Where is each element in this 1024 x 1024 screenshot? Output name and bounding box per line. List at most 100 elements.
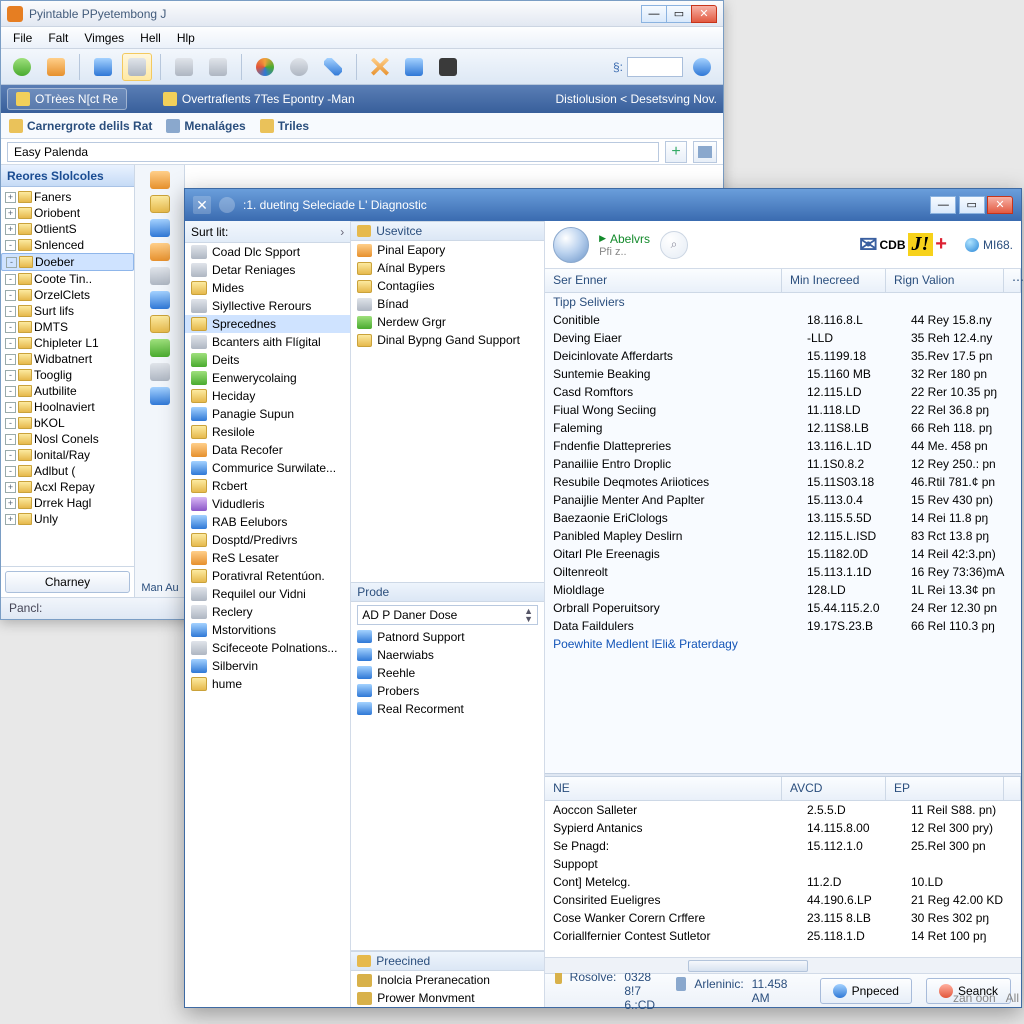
abelvrs-link[interactable]: Abelvrs (599, 232, 650, 246)
table-row[interactable]: Resubile Deqmotes Ariiotices15.11S03.184… (545, 473, 1021, 491)
category-item[interactable]: Heciday (185, 387, 350, 405)
table-row[interactable]: Sypierd Antanics14.115.8.0012 Rel 300 pr… (545, 819, 1021, 837)
table-row[interactable]: Se Pnagd:15.112.1.025.Rel 300 pn (545, 837, 1021, 855)
sidebar-item[interactable]: +Oriobent (1, 205, 134, 221)
list-item[interactable]: Contagíies (351, 277, 544, 295)
tb-open[interactable] (88, 53, 118, 81)
menu-file[interactable]: File (5, 28, 40, 48)
menubar[interactable]: File Falt Vimges Hell Hlp (1, 27, 723, 49)
category-item[interactable]: Commurice Surwilate... (185, 459, 350, 477)
bg-titlebar[interactable]: Pyintable PPyetembong J — ▭ ✕ (1, 1, 723, 27)
table-row[interactable]: Baezaonie EriClologs13.115.5.5D14 Rei 11… (545, 509, 1021, 527)
sidebar-item[interactable]: -Widbatnert (1, 351, 134, 367)
table-row[interactable]: Oitarl Ple Ereenagis15.1182.0D14 Reil 42… (545, 545, 1021, 563)
grid2-header[interactable]: NE AVCD EP (545, 777, 1021, 801)
sidebar-item[interactable]: -Coote Tin.. (1, 271, 134, 287)
table-row[interactable]: Faleming12.11S8.LB66 Reh 118. pŋ (545, 419, 1021, 437)
sidebar-item[interactable]: -Doeber (1, 253, 134, 271)
category-item[interactable]: RAB Eelubors (185, 513, 350, 531)
strip-icon[interactable] (150, 195, 170, 213)
proceed-button[interactable]: Pnpeced (820, 978, 912, 1004)
tb-page[interactable] (169, 53, 199, 81)
category-item[interactable]: Bcanters aith Flígital (185, 333, 350, 351)
table-row[interactable]: Mioldlage128.LD1L Rei 13.3¢ pn (545, 581, 1021, 599)
category-item[interactable]: Dosptd/Predivrs (185, 531, 350, 549)
category-item[interactable]: Requilel our Vidni (185, 585, 350, 603)
sidebar-item[interactable]: -lonital/Ray (1, 447, 134, 463)
tb-pin[interactable] (41, 53, 71, 81)
table-row[interactable]: Panibled Mapley Deslirn12.115.L.ISD83 Rc… (545, 527, 1021, 545)
col-min-inecreed[interactable]: Min Inecreed (782, 269, 886, 292)
add-button[interactable]: + (665, 141, 687, 163)
search-icon[interactable]: ⌕ (660, 231, 688, 259)
list-item[interactable]: Aínal Bypers (351, 259, 544, 277)
tb-power[interactable] (7, 53, 37, 81)
close-button[interactable]: ✕ (987, 196, 1013, 214)
category-item[interactable]: Mstorvitions (185, 621, 350, 639)
sidebar-item[interactable]: -OrzelClets (1, 287, 134, 303)
list-item[interactable]: Bínad (351, 295, 544, 313)
table-row[interactable]: Deicinlovate Afferdarts15.1199.1835.Rev … (545, 347, 1021, 365)
table-row[interactable]: Coriallfernier Contest Sutletor25.118.1.… (545, 927, 1021, 945)
table-row[interactable]: Panaijlie Menter And Paplter15.113.0.415… (545, 491, 1021, 509)
category-item[interactable]: Silbervin (185, 657, 350, 675)
category-item[interactable]: Resilole (185, 423, 350, 441)
table-row[interactable]: Data Faildulers19.17S.23.B66 Rel 110.3 p… (545, 617, 1021, 635)
category-item[interactable]: Detar Reniages (185, 261, 350, 279)
sidebar-item[interactable]: -Hoolnaviert (1, 399, 134, 415)
category-item[interactable]: Porativral Retentúon. (185, 567, 350, 585)
table-row[interactable]: Panailiie Entro Droplic11.1S0.8.212 Rey … (545, 455, 1021, 473)
category-item[interactable]: Mides (185, 279, 350, 297)
table-row[interactable]: Cose Wanker Corern Crffere23.115 8.LB30 … (545, 909, 1021, 927)
sidebar-item[interactable]: -Chipleter L1 (1, 335, 134, 351)
charney-button[interactable]: Charney (5, 571, 130, 593)
category-item[interactable]: Panagie Supun (185, 405, 350, 423)
subtab-1[interactable]: Carnergrote delils Rat (9, 119, 152, 133)
category-item[interactable]: Data Recofer (185, 441, 350, 459)
orb-button[interactable] (553, 227, 589, 263)
minimize-button[interactable]: — (930, 196, 956, 214)
col-rign-valion[interactable]: Rign Valion (886, 269, 1004, 292)
category-item[interactable]: ReS Lesater (185, 549, 350, 567)
table-row[interactable]: Deving Eiaer-LLD35 Reh 12.4.ny (545, 329, 1021, 347)
sidebar-item[interactable]: +Unly (1, 511, 134, 527)
strip-icon[interactable] (150, 315, 170, 333)
bg-main-tab[interactable]: Overtrafients 7Tes Epontry -Man (155, 89, 363, 109)
sidebar-item[interactable]: +Acxl Repay (1, 479, 134, 495)
table-row[interactable]: Fiual Wong Seciing11.118.LD22 Rel 36.8 p… (545, 401, 1021, 419)
grid1-rows[interactable]: Tipp SeliviersConitible18.116.8.L44 Rey … (545, 293, 1021, 773)
bg-right-tab[interactable]: Distiolusion < Desetsving Nov. (555, 92, 717, 106)
usevitce-list[interactable]: Pinal EaporyAínal BypersContagíiesBínadN… (351, 241, 544, 349)
menu-hell[interactable]: Hell (132, 28, 169, 48)
grid2-rows[interactable]: Aoccon Salleter2.5.5.D11 Reil S88. pn)Sy… (545, 801, 1021, 957)
sidebar-item[interactable]: -Surt lifs (1, 303, 134, 319)
tb-phone[interactable] (318, 53, 348, 81)
bg-left-tab[interactable]: OTrèes N[ct Re (7, 88, 127, 110)
table-row[interactable]: Oiltenreolt15.113.1.1D16 Rey 73:36)mA (545, 563, 1021, 581)
sidebar-item[interactable]: -Snlenced (1, 237, 134, 253)
list-item[interactable]: Dinal Bypng Gand Support (351, 331, 544, 349)
menu-vimges[interactable]: Vimges (76, 28, 132, 48)
prode-list[interactable]: Patnord SupportNaerwiabsReehleProbersRea… (351, 628, 544, 718)
title-close-icon[interactable]: ✕ (193, 196, 211, 214)
list-item[interactable]: Real Recorment (351, 700, 544, 718)
table-row[interactable]: Conitible18.116.8.L44 Rey 15.8.ny (545, 311, 1021, 329)
minimize-button[interactable]: — (641, 5, 667, 23)
table-row[interactable]: Suntemie Beaking15.1160 MB32 Rer 180 pn (545, 365, 1021, 383)
tb-refresh[interactable] (250, 53, 280, 81)
category-item[interactable]: Scifeceote Polnations... (185, 639, 350, 657)
table-row[interactable]: Orbrall Poperuitsory15.44.115.2.024 Rer … (545, 599, 1021, 617)
tb-doc[interactable] (122, 53, 152, 81)
tb-input[interactable] (627, 57, 683, 77)
sidebar-tree[interactable]: +Faners+Oriobent+OtlientS-Snlenced-Doebe… (1, 187, 134, 566)
scroll-thumb[interactable] (688, 960, 808, 972)
category-item[interactable]: hume (185, 675, 350, 693)
subtab-2[interactable]: Menaláges (166, 119, 245, 133)
category-item[interactable]: Coad Dlc Spport (185, 243, 350, 261)
sidebar-item[interactable]: -DMTS (1, 319, 134, 335)
menu-falt[interactable]: Falt (40, 28, 76, 48)
category-item[interactable]: Sprecednes (185, 315, 350, 333)
tb-card[interactable] (399, 53, 429, 81)
category-item[interactable]: Eenwerycolaing (185, 369, 350, 387)
col-ser-enner[interactable]: Ser Enner (545, 269, 782, 292)
